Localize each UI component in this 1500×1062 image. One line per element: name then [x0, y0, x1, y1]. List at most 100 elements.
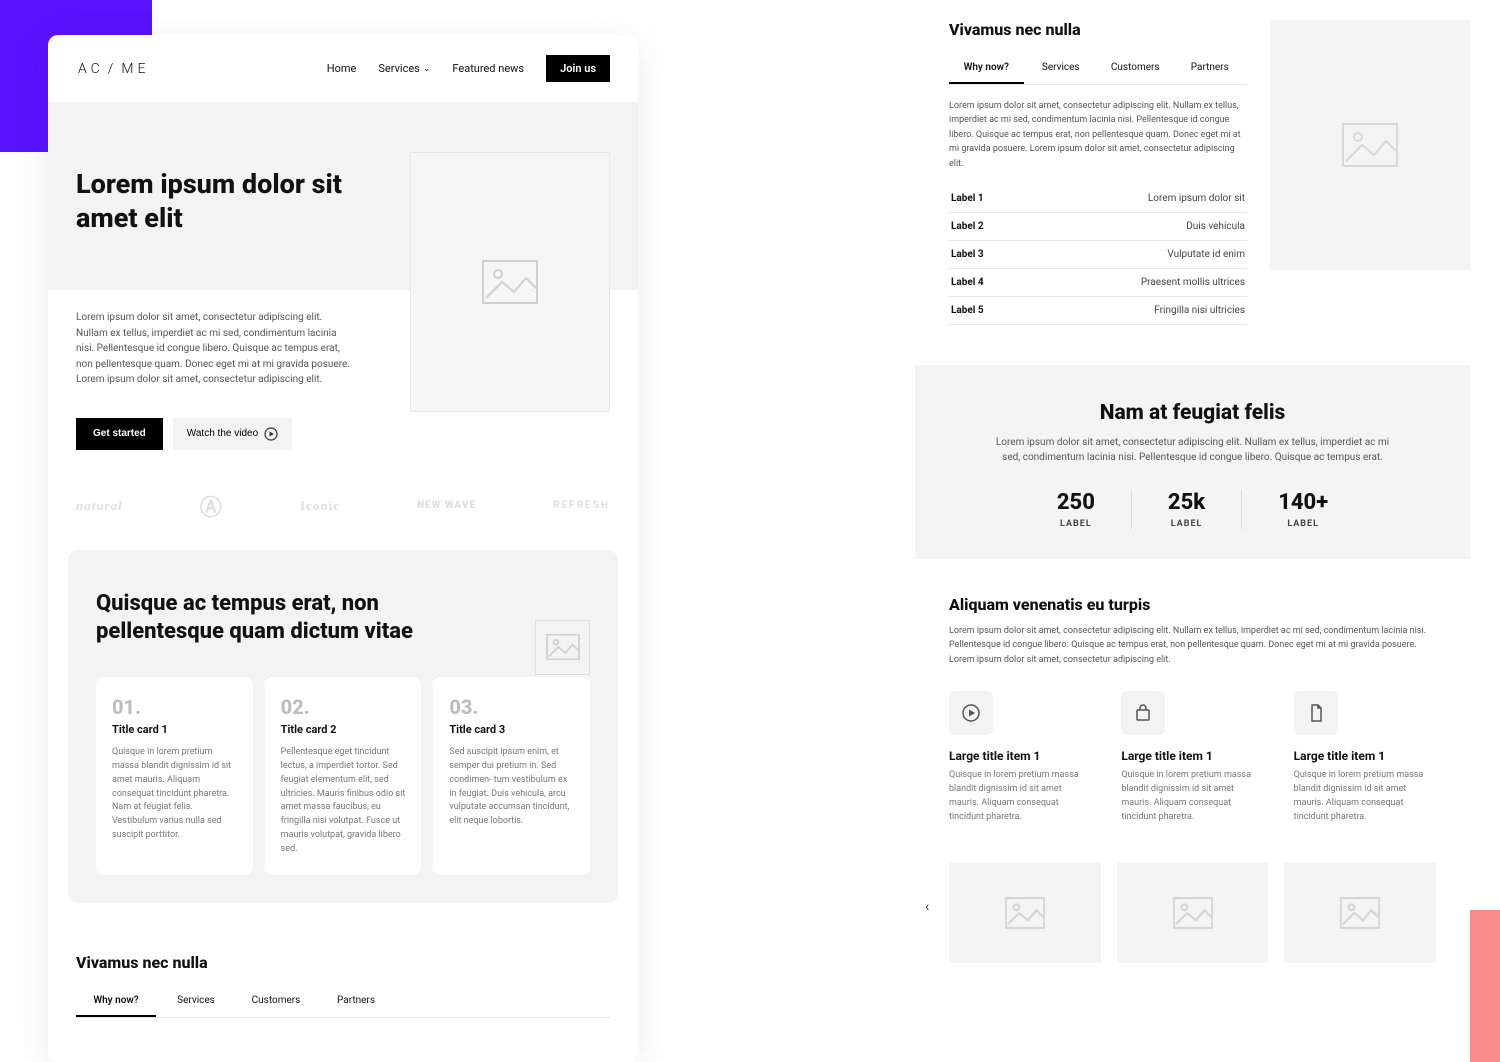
feature-item-title: Large title item 1	[1294, 749, 1436, 763]
card-number: 01.	[112, 695, 237, 719]
row-value: Praesent mollis ultrices	[1024, 268, 1247, 296]
table-row: Label 2Duis vehicula	[949, 212, 1247, 240]
stat-label: LABEL	[1168, 519, 1205, 529]
feature-title: Quisque ac tempus erat, non pellentesque…	[96, 590, 426, 647]
logo-part-a: AC	[78, 61, 104, 77]
carousel-thumb[interactable]	[1284, 863, 1436, 963]
client-logos: natural Ⓐ Iconic NEW WAVE REFRESH	[48, 480, 638, 550]
tab-partners[interactable]: Partners	[1173, 53, 1248, 84]
title-card-1[interactable]: 01. Title card 1 Quisque in lorem pretiu…	[96, 677, 253, 876]
section-body-text: Lorem ipsum dolor sit amet, consectetur …	[949, 85, 1247, 185]
stat-item: 140+ LABEL	[1241, 490, 1364, 529]
table-row: Label 3Vulputate id enim	[949, 240, 1247, 268]
client-logo: REFRESH	[553, 500, 610, 511]
feature-item: Large title item 1 Quisque in lorem pret…	[1294, 691, 1436, 825]
nav-services[interactable]: Services ⌄	[378, 62, 430, 75]
play-icon	[949, 691, 993, 735]
logo-part-b: ME	[121, 61, 149, 77]
stat-label: LABEL	[1278, 519, 1328, 529]
feature-image-placeholder	[535, 620, 590, 675]
stat-label: LABEL	[1057, 519, 1095, 529]
nav-home[interactable]: Home	[327, 62, 357, 75]
nav-featured[interactable]: Featured news	[452, 62, 524, 75]
bag-icon	[1121, 691, 1165, 735]
features-subtitle: Lorem ipsum dolor sit amet, consectetur …	[949, 624, 1436, 667]
card-title: Title card 3	[449, 723, 574, 736]
title-card-2[interactable]: 02. Title card 2 Pellentesque eget tinci…	[265, 677, 422, 876]
chevron-down-icon: ⌄	[423, 64, 431, 74]
carousel-thumb[interactable]	[1117, 863, 1269, 963]
label-table: Label 1Lorem ipsum dolor sit Label 2Duis…	[949, 185, 1247, 325]
stats-subtitle: Lorem ipsum dolor sit amet, consectetur …	[993, 435, 1393, 466]
logo[interactable]: AC/ME	[76, 61, 151, 77]
feature-item: Large title item 1 Quisque in lorem pret…	[949, 691, 1091, 825]
get-started-button[interactable]: Get started	[76, 418, 163, 450]
hero-band: Lorem ipsum dolor sit amet elit	[48, 102, 638, 290]
table-row: Label 5Fringilla nisi ultricies	[949, 296, 1247, 324]
watch-video-button[interactable]: Watch the video	[173, 418, 292, 450]
table-row: Label 4Praesent mollis ultrices	[949, 268, 1247, 296]
nav-services-label: Services	[378, 62, 419, 75]
hero-body-text: Lorem ipsum dolor sit amet, consectetur …	[48, 290, 378, 418]
watch-video-label: Watch the video	[187, 428, 258, 439]
hero-image-placeholder	[410, 152, 610, 412]
tab-customers[interactable]: Customers	[236, 986, 316, 1017]
row-key: Label 3	[949, 240, 1024, 268]
row-key: Label 5	[949, 296, 1024, 324]
row-value: Fringilla nisi ultricies	[1024, 296, 1247, 324]
card-body: Sed suscipit ipsum enim, et semper dui p…	[449, 746, 574, 830]
tabs-heading: Vivamus nec nulla	[48, 903, 638, 986]
card-number: 02.	[281, 695, 406, 719]
carousel-thumb[interactable]	[949, 863, 1101, 963]
row-key: Label 4	[949, 268, 1024, 296]
tab-customers[interactable]: Customers	[1098, 53, 1173, 84]
stat-value: 140+	[1278, 490, 1328, 515]
title-card-3[interactable]: 03. Title card 3 Sed suscipit ipsum enim…	[433, 677, 590, 876]
table-row: Label 1Lorem ipsum dolor sit	[949, 185, 1247, 213]
tab-why-now[interactable]: Why now?	[76, 986, 156, 1017]
card-number: 03.	[449, 695, 574, 719]
stat-item: 25k LABEL	[1131, 490, 1241, 529]
card-body: Quisque in lorem pretium massa blandit d…	[112, 746, 237, 844]
feature-item-body: Quisque in lorem pretium massa blandit d…	[1294, 769, 1436, 825]
row-value: Vulputate id enim	[1024, 240, 1247, 268]
hero-title: Lorem ipsum dolor sit amet elit	[76, 168, 376, 236]
client-logo: natural	[76, 498, 123, 514]
card-body: Pellentesque eget tincidunt lectus, a im…	[281, 746, 406, 858]
card-title: Title card 2	[281, 723, 406, 736]
tab-strip: Why now? Services Customers Partners	[76, 986, 610, 1018]
client-logo: NEW WAVE	[417, 501, 476, 511]
section-image-placeholder	[1270, 20, 1470, 270]
feature-item-body: Quisque in lorem pretium massa blandit d…	[1121, 769, 1263, 825]
stat-item: 250 LABEL	[1021, 490, 1131, 529]
tab-services[interactable]: Services	[156, 986, 236, 1017]
tab-services[interactable]: Services	[1024, 53, 1099, 84]
tab-why-now[interactable]: Why now?	[949, 53, 1024, 84]
client-logo: Ⓐ	[200, 490, 223, 522]
stat-value: 250	[1057, 490, 1095, 515]
join-us-button[interactable]: Join us	[546, 55, 610, 82]
row-key: Label 2	[949, 212, 1024, 240]
top-nav: AC/ME Home Services ⌄ Featured news Join …	[48, 35, 638, 102]
client-logo: Iconic	[300, 498, 340, 514]
row-key: Label 1	[949, 185, 1024, 213]
feature-item-title: Large title item 1	[949, 749, 1091, 763]
stats-section: Nam at feugiat felis Lorem ipsum dolor s…	[915, 365, 1470, 559]
tab-partners[interactable]: Partners	[316, 986, 396, 1017]
stats-title: Nam at feugiat felis	[949, 401, 1436, 425]
tab-strip-right: Why now? Services Customers Partners	[949, 53, 1247, 85]
feature-item-title: Large title item 1	[1121, 749, 1263, 763]
feature-item-body: Quisque in lorem pretium massa blandit d…	[949, 769, 1091, 825]
feature-block: Quisque ac tempus erat, non pellentesque…	[68, 550, 618, 904]
feature-item: Large title item 1 Quisque in lorem pret…	[1121, 691, 1263, 825]
document-icon	[1294, 691, 1338, 735]
card-title: Title card 1	[112, 723, 237, 736]
features-title: Aliquam venenatis eu turpis	[949, 595, 1436, 614]
tabs-heading-right: Vivamus nec nulla	[949, 20, 1247, 53]
stat-value: 25k	[1168, 490, 1205, 515]
row-value: Lorem ipsum dolor sit	[1024, 185, 1247, 213]
play-circle-icon	[264, 427, 278, 441]
carousel: ‹	[915, 835, 1470, 963]
carousel-prev-button[interactable]: ‹	[925, 899, 929, 915]
row-value: Duis vehicula	[1024, 212, 1247, 240]
